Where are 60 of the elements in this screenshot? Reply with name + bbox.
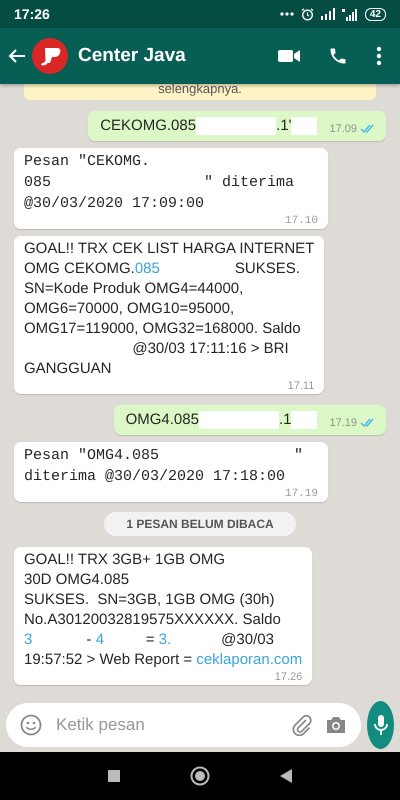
voice-message-button[interactable] xyxy=(367,701,394,749)
message-text: GOAL!! TRX 3GB+ 1GB OMG xyxy=(24,551,226,568)
message-text: GOAL!! TRX CEK LIST HARGA INTERNET xyxy=(24,240,314,257)
emoji-icon[interactable] xyxy=(20,714,42,736)
message-text: OMG17=119000, OMG32=168000. Saldo xyxy=(24,320,301,337)
signal-icon xyxy=(342,8,358,20)
message-text: OMG4.085 xyxy=(126,411,199,428)
unread-divider: 1 PESAN BELUM DIBACA xyxy=(104,512,296,536)
message-text: SN=Kode Produk OMG4=44000, xyxy=(24,280,244,297)
message-text: 085 " diterima xyxy=(24,174,294,191)
message-link[interactable]: 4 xyxy=(96,631,104,648)
message-link[interactable]: 085 xyxy=(134,260,160,277)
message-text: SUKSES. SN=3GB, 1GB OMG (30h) xyxy=(24,591,275,608)
more-options-icon[interactable] xyxy=(376,46,382,66)
message-link[interactable]: 3. xyxy=(158,631,172,648)
message-text: Pesan "OMG4.085 " xyxy=(24,447,304,464)
message-text: 19:57:52 > Web Report = xyxy=(24,651,194,668)
message-text: OMG6=70000, OMG10=95000, xyxy=(24,300,234,317)
redaction-block xyxy=(291,117,318,136)
message-field[interactable]: Ketik pesan xyxy=(6,703,361,747)
message-text: .1 xyxy=(278,411,292,428)
battery-indicator: 42 xyxy=(364,8,386,20)
status-time: 17:26 xyxy=(14,6,50,22)
camera-icon[interactable] xyxy=(325,715,347,735)
video-call-icon[interactable] xyxy=(278,49,300,63)
message-text: - xyxy=(86,631,93,648)
message-time: 17.11 xyxy=(288,379,314,393)
message-text: 30D OMG4.085 xyxy=(24,571,130,588)
message-link[interactable]: 3 xyxy=(24,631,32,648)
chat-title[interactable]: Center Java xyxy=(78,45,250,67)
message-text: .1' xyxy=(276,117,292,134)
message-text: CEKOMG.085 xyxy=(100,117,196,134)
message-text: = xyxy=(144,631,156,648)
message-time: 17.10 xyxy=(284,214,318,228)
redaction-block xyxy=(291,411,318,430)
phone-icon[interactable] xyxy=(328,46,348,66)
message-text: @30/03/2020 17:09:00 xyxy=(24,195,204,212)
message-text: @30/03 xyxy=(220,631,274,648)
back-icon[interactable] xyxy=(280,769,292,783)
message-time: 17.26 xyxy=(274,670,302,684)
avatar[interactable] xyxy=(32,38,68,74)
alarm-icon xyxy=(300,8,314,20)
message-text: @30/03 17:11:16 > BRI xyxy=(131,340,289,357)
message-time: 17.19 xyxy=(284,487,318,501)
microphone-icon xyxy=(374,714,388,736)
home-icon[interactable] xyxy=(190,766,210,786)
message-text: SUKSES. xyxy=(234,260,300,277)
message-time: 17.09 xyxy=(329,122,357,137)
more-notifications-icon xyxy=(280,12,294,16)
message-text: No.A30120032819575XXXXXX. Saldo xyxy=(24,611,281,628)
message-link[interactable]: ceklaporan.com xyxy=(196,651,302,668)
message-text: GANGGUAN xyxy=(24,360,112,377)
message-text: diterima @30/03/2020 17:18:00 xyxy=(24,468,286,485)
signal-icon xyxy=(320,8,335,20)
message-time: 17.19 xyxy=(329,416,357,431)
message-input[interactable]: Ketik pesan xyxy=(54,714,279,736)
back-arrow-icon[interactable] xyxy=(8,48,26,64)
attach-icon[interactable] xyxy=(291,714,313,736)
message-text: Pesan "CEKOMG. xyxy=(24,153,150,170)
message-text: OMG CEKOMG. xyxy=(24,260,135,277)
